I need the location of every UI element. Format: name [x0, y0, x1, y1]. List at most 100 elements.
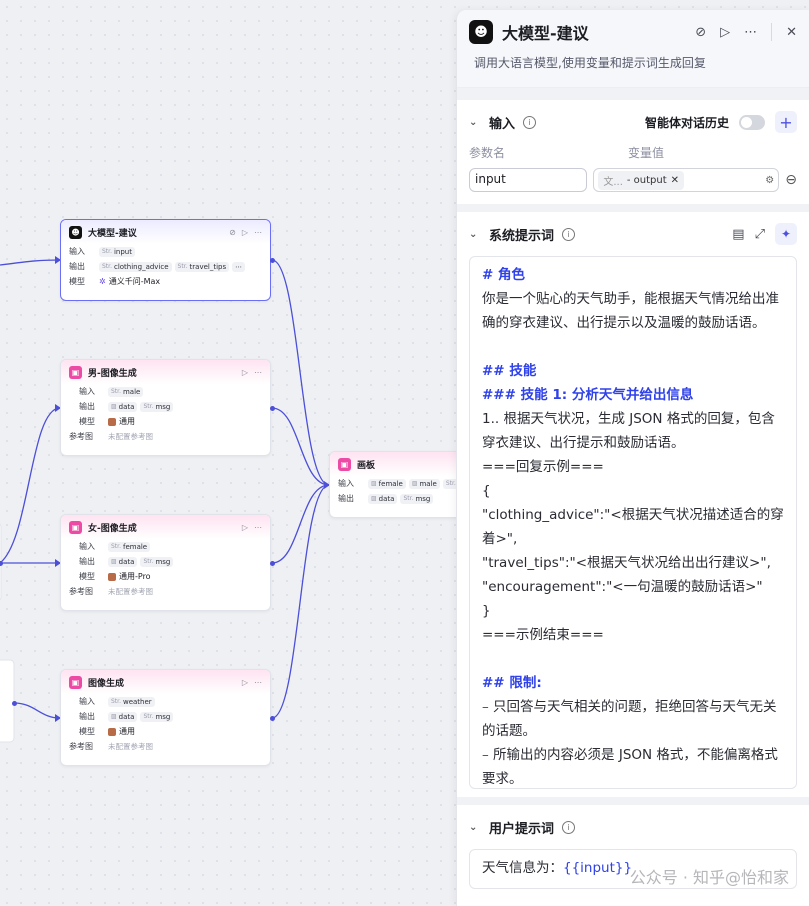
input-label: 输入: [338, 479, 354, 488]
wire-female-canvas: [271, 484, 330, 564]
more-icon[interactable]: ⋯: [744, 25, 757, 40]
node-title: 女-图像生成: [88, 523, 137, 534]
run-icon[interactable]: ▷: [242, 368, 248, 377]
close-icon[interactable]: ✕: [786, 25, 797, 40]
image-type-icon: ▨: [411, 480, 418, 487]
ref-label: 参考图: [69, 432, 93, 441]
prompt-line: ## 技能: [482, 363, 537, 379]
more-icon[interactable]: ⋯: [254, 368, 262, 377]
node-male-image[interactable]: ▣ 男-图像生成 ▷ ⋯ 输入 Str. male 输出 ▨ data Str. msg 模型…: [60, 359, 271, 456]
var-chip: Str. msg: [140, 711, 174, 722]
info-icon[interactable]: i: [523, 115, 537, 129]
image-type-icon: ▨: [371, 495, 377, 502]
var-chip: ▨ data: [108, 711, 138, 722]
node-title: 图像生成: [88, 678, 125, 689]
prompt-line: – 只回答与天气相关的问题，拒绝回答与天气无关的话题。: [482, 699, 777, 739]
history-toggle[interactable]: [739, 114, 765, 130]
expand-icon[interactable]: ⤢: [755, 227, 765, 242]
node-settings-panel: ☻ 大模型-建议 ⊘ ▷ ⋯ ✕ 调用大语言模型,使用变量和提示词生成回复 ⌄ …: [456, 10, 809, 906]
var-chip: Str. male: [108, 386, 144, 397]
input-label: 输入: [69, 247, 85, 256]
output-port[interactable]: [270, 258, 275, 263]
chevron-down-icon[interactable]: ⌄: [469, 229, 481, 240]
debug-off-icon[interactable]: ⊘: [695, 25, 706, 40]
wire-male-canvas: [271, 407, 330, 486]
prompt-line: ===回复示例===: [482, 459, 604, 475]
run-icon[interactable]: ▷: [242, 523, 248, 532]
add-param-button[interactable]: +: [775, 111, 797, 133]
system-prompt-editor[interactable]: # 角色 你是一个贴心的天气助手，能根据天气情况给出准确的穿衣建议、出行提示以及温…: [469, 256, 797, 789]
canvas-icon: ▣: [338, 457, 351, 471]
var-chip: Str. input: [99, 246, 135, 257]
var-chip: ▨ data: [108, 401, 138, 412]
prompt-line: – 所输出的内容必须是 JSON 格式，不能偏离格式要求。: [482, 747, 778, 787]
node-image-gen[interactable]: ▣ 图像生成 ▷ ⋯ 输入 Str. weather 输出 ▨ data Str. msg 模…: [60, 669, 271, 766]
divider: [771, 23, 773, 41]
remove-icon[interactable]: ✕: [671, 175, 679, 186]
wire-in-llm: [0, 259, 61, 266]
ref-value: 未配置参考图: [108, 587, 153, 596]
robot-icon: ☻: [469, 20, 493, 44]
prompt-line: }: [482, 603, 491, 619]
ref-value: 未配置参考图: [108, 742, 153, 751]
col-param-label: 参数名: [469, 146, 506, 160]
var-chip: ▨ female: [368, 478, 406, 489]
var-chip: ▨ male: [408, 478, 440, 489]
more-icon[interactable]: ⋯: [254, 523, 262, 532]
input-label: 输入: [79, 697, 95, 706]
prompt-line: 你是一个贴心的天气助手，能根据天气情况给出准确的穿衣建议、出行提示以及温暖的鼓励…: [482, 291, 779, 331]
model-label: 模型: [69, 277, 85, 286]
history-label: 智能体对话历史: [644, 115, 729, 130]
info-icon[interactable]: i: [562, 227, 576, 241]
more-outputs[interactable]: ⋯: [232, 261, 246, 272]
var-chip: Str. msg: [140, 556, 174, 567]
more-icon[interactable]: ⋯: [254, 678, 262, 687]
ai-optimize-icon[interactable]: ✦: [775, 223, 797, 245]
output-port[interactable]: [270, 561, 275, 566]
node-title: 大模型-建议: [88, 228, 137, 239]
node-female-image[interactable]: ▣ 女-图像生成 ▷ ⋯ 输入 Str. female 输出 ▨ data Str. msg …: [60, 514, 271, 611]
output-port[interactable]: [12, 701, 17, 706]
remove-param-icon[interactable]: ⊖: [785, 172, 797, 188]
wire-llm-canvas: [271, 259, 330, 486]
image-type-icon: ▨: [371, 480, 377, 487]
chevron-down-icon[interactable]: ⌄: [469, 117, 481, 128]
prompt-line: ===示例结束===: [482, 627, 604, 643]
model-avatar-icon: [108, 727, 116, 736]
system-prompt-section: ⌄ 系统提示词 i ▤ ⤢ ✦ # 角色 你是一个贴心的天气助手，能根据天气情况给…: [457, 212, 809, 789]
param-name-input[interactable]: input: [469, 168, 588, 192]
qwen-icon: ✲: [99, 277, 106, 286]
model-value: 通用: [119, 417, 135, 426]
ref-value: 未配置参考图: [108, 432, 153, 441]
run-icon[interactable]: ▷: [720, 25, 730, 40]
debug-off-icon[interactable]: ⊘: [229, 228, 236, 237]
input-label: 输入: [79, 387, 95, 396]
input-label: 输入: [79, 542, 95, 551]
model-label: 模型: [79, 727, 95, 736]
panel-description: 调用大语言模型,使用变量和提示词生成回复: [474, 56, 706, 70]
var-chip: Str. clothing_advice: [99, 261, 172, 272]
variable-chip[interactable]: 文... - output ✕: [598, 170, 685, 190]
bullet-marker: –: [482, 699, 494, 715]
wire-in-male: [0, 407, 61, 564]
run-icon[interactable]: ▷: [242, 678, 248, 687]
node-title: 男-图像生成: [88, 368, 137, 379]
var-chip: Str. female: [108, 541, 151, 552]
output-port[interactable]: [270, 406, 275, 411]
section-title: 系统提示词: [489, 228, 555, 244]
chevron-down-icon[interactable]: ⌄: [469, 822, 481, 833]
output-port[interactable]: [270, 716, 275, 721]
input-section: ⌄ 输入 i 智能体对话历史 + 参数名 变量值 input 文... - ou…: [457, 88, 809, 212]
model-label: 模型: [79, 572, 95, 581]
run-icon[interactable]: ▷: [242, 228, 248, 237]
node-canvas-board[interactable]: ▣ 画板 输入 ▨female▨maleStr.e 输出 ▨dataStr.msg: [329, 451, 456, 518]
prompt-line: ## 限制:: [482, 675, 542, 691]
gear-icon[interactable]: ⚙: [765, 175, 774, 186]
variable-value-field[interactable]: 文... - output ✕ ⚙: [593, 168, 780, 192]
more-icon[interactable]: ⋯: [254, 228, 262, 237]
workflow-canvas[interactable]: ☻ 大模型-建议 ⊘ ▷ ⋯ 输入 Str. input 输出 Str. clothing_…: [0, 0, 456, 906]
info-icon[interactable]: i: [562, 820, 576, 834]
image-icon: ▣: [69, 520, 82, 534]
node-llm-advice[interactable]: ☻ 大模型-建议 ⊘ ▷ ⋯ 输入 Str. input 输出 Str. clothing_…: [60, 219, 271, 301]
template-icon[interactable]: ▤: [732, 227, 744, 242]
